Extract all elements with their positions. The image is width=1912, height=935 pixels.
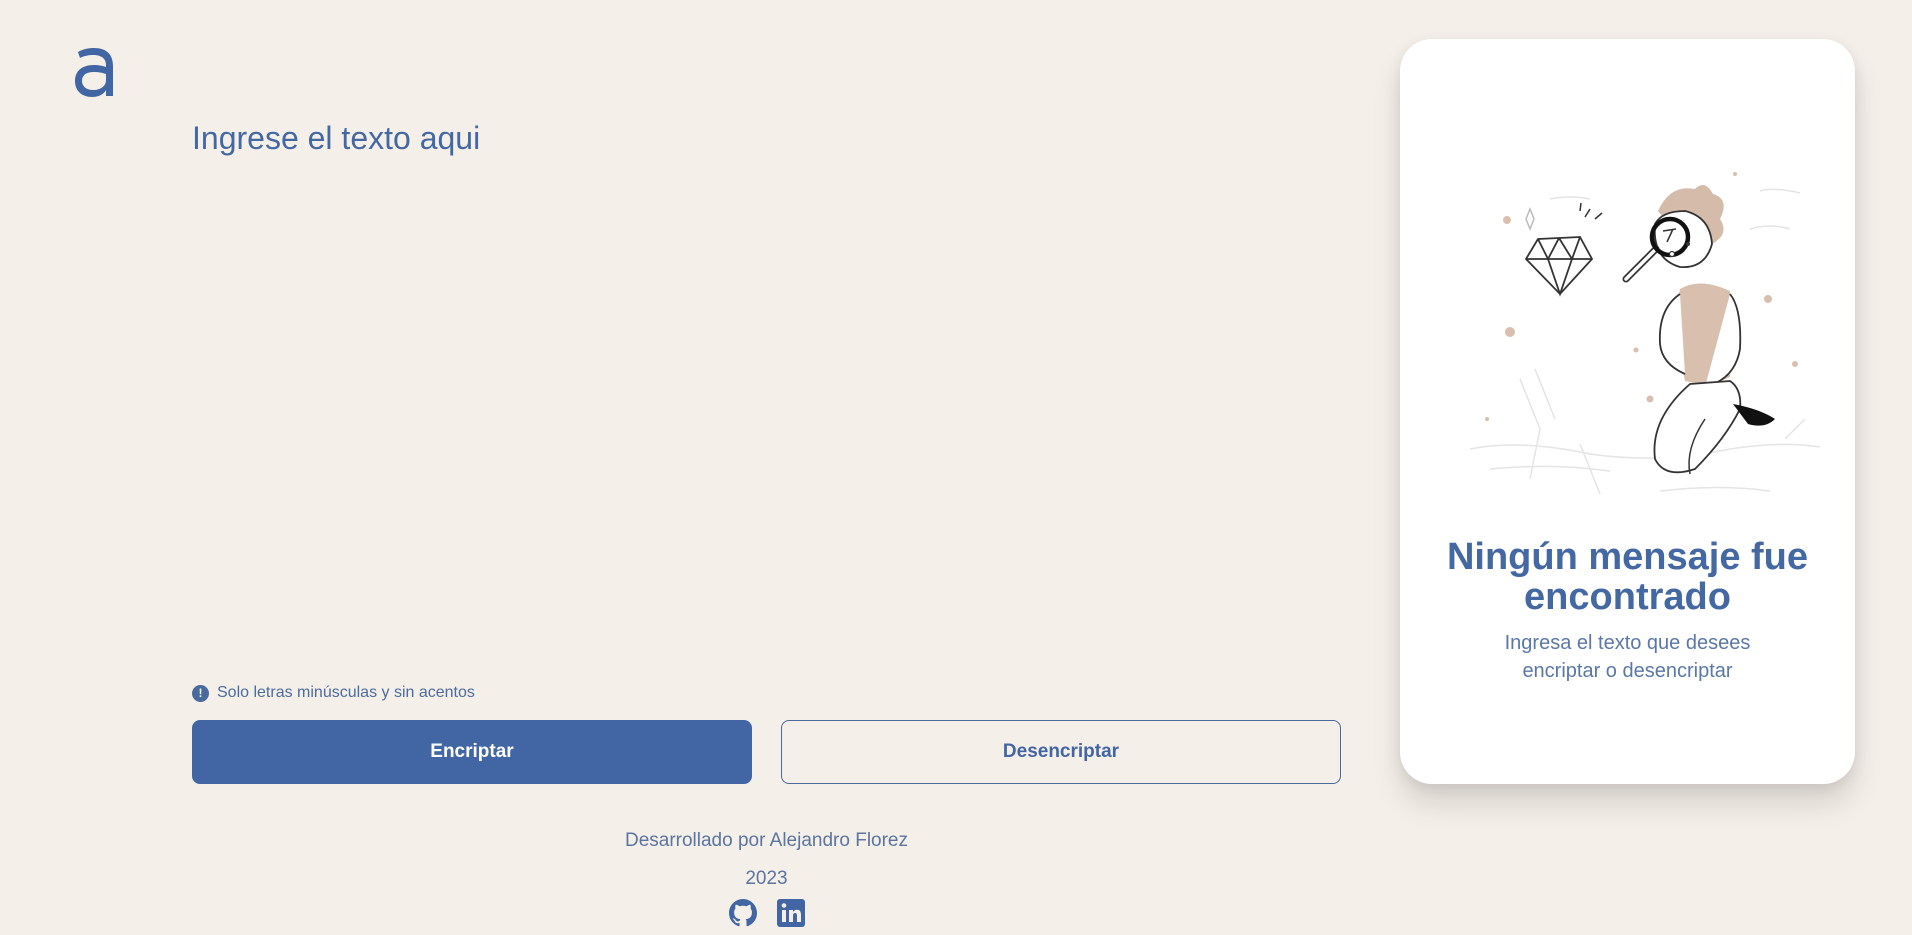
empty-state-subtitle: Ingresa el texto que desees encriptar o … xyxy=(1504,632,1751,682)
exclamation-circle-icon: ! xyxy=(192,684,209,702)
encrypt-button[interactable]: Encriptar xyxy=(192,720,752,784)
linkedin-icon[interactable] xyxy=(776,898,806,928)
github-icon[interactable] xyxy=(728,898,758,928)
person-with-magnifier-illustration xyxy=(1469,172,1821,495)
output-card: Ningún mensaje fue encontrado Ingresa el… xyxy=(1400,39,1855,784)
empty-state-title: Ningún mensaje fue encontrado xyxy=(1446,536,1809,618)
alura-logo-icon xyxy=(75,48,113,97)
text-input[interactable] xyxy=(192,112,1341,652)
footer: Desarrollado por Alejandro Florez 2023 xyxy=(192,822,1341,928)
hint-text: Solo letras minúsculas y sin acentos xyxy=(217,684,475,701)
encoder-main: ! Solo letras minúsculas y sin acentos E… xyxy=(192,0,1341,935)
input-hint: ! Solo letras minúsculas y sin acentos xyxy=(192,684,475,702)
footer-credit: Desarrollado por Alejandro Florez xyxy=(624,830,909,851)
footer-year: 2023 xyxy=(745,868,788,889)
social-links xyxy=(192,898,1341,928)
decrypt-button[interactable]: Desencriptar xyxy=(781,720,1341,784)
